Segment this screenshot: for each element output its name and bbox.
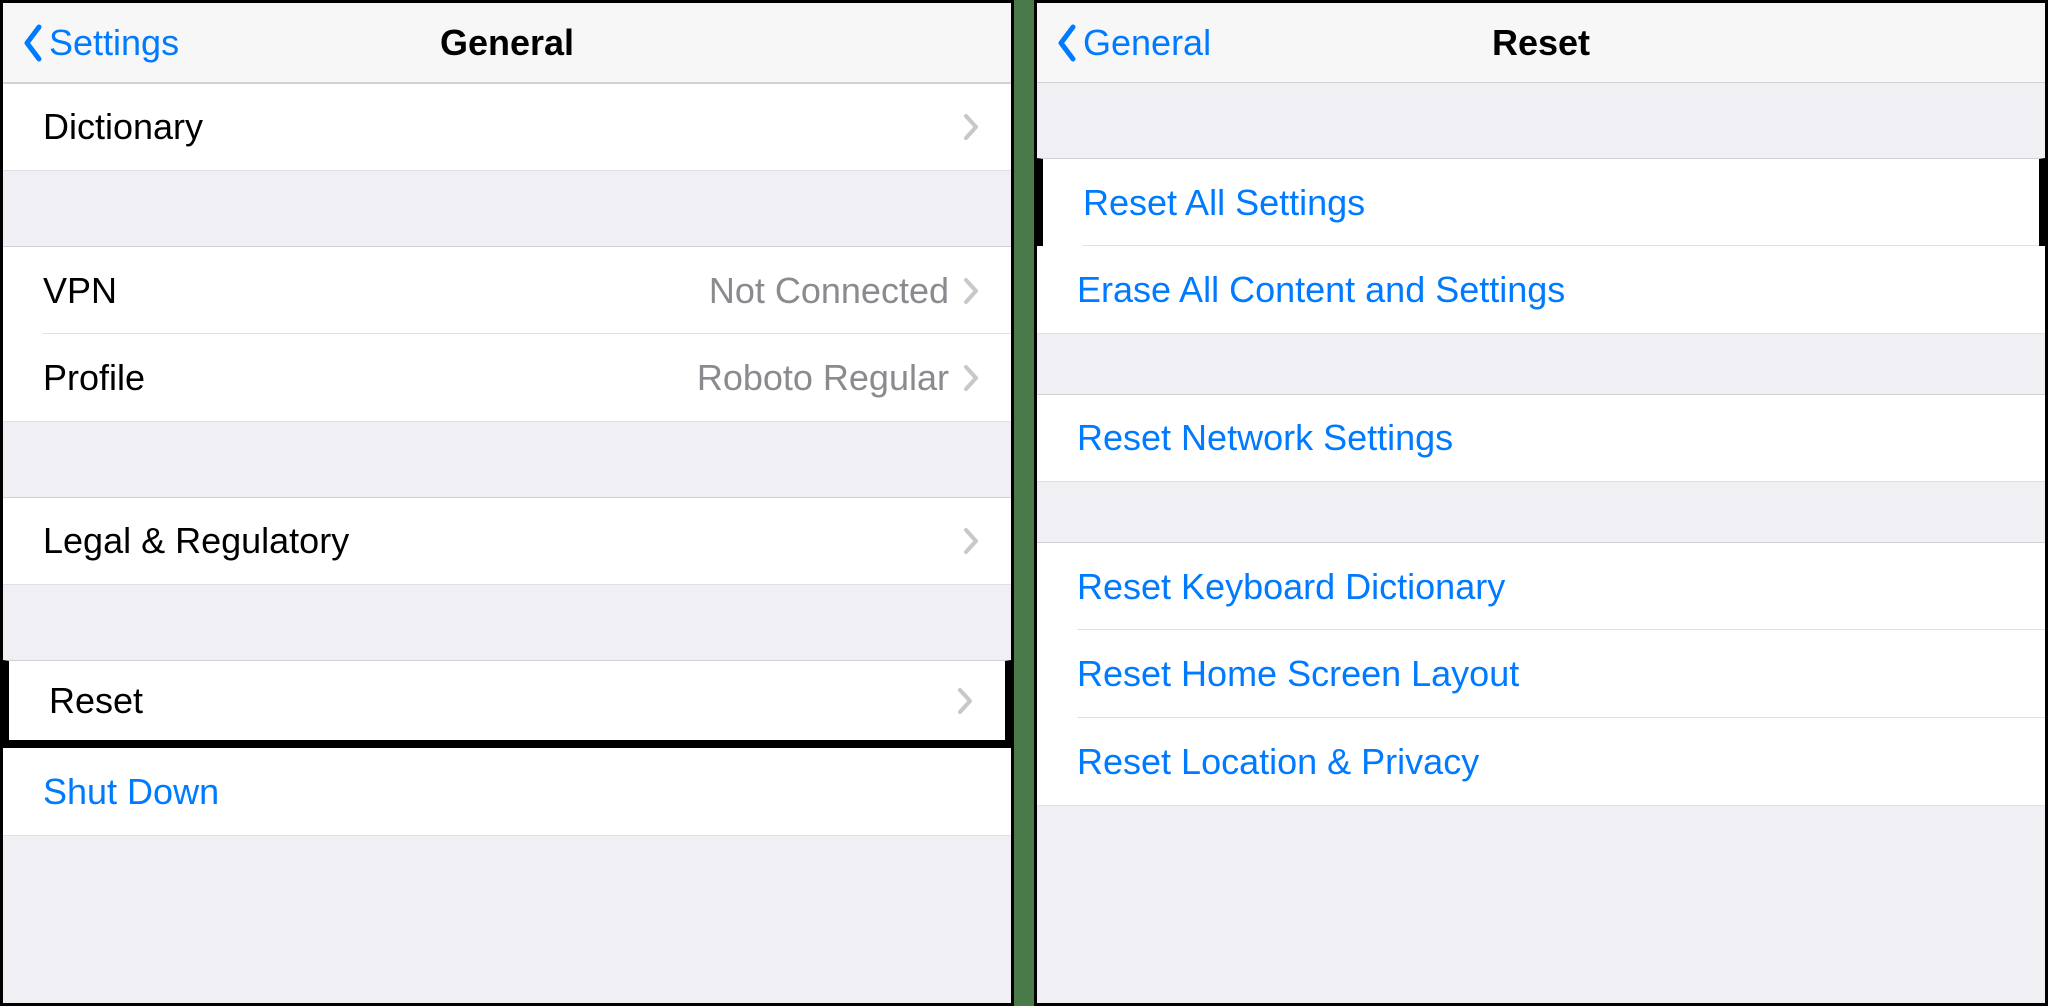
page-title: Reset [1492,22,1590,64]
chevron-right-icon [963,113,979,141]
general-settings-panel: Settings General Dictionary VPN Not Conn… [0,0,1014,1006]
row-label: Reset Location & Privacy [1077,741,2013,783]
general-content: Dictionary VPN Not Connected Profile Rob… [3,83,1011,1003]
row-shut-down[interactable]: Shut Down [3,748,1011,836]
chevron-right-icon [963,364,979,392]
section-gap [1037,334,2045,394]
row-label: Reset Home Screen Layout [1077,653,2013,695]
page-title: General [440,22,574,64]
row-value: Roboto Regular [697,357,949,399]
chevron-left-icon [21,23,43,63]
row-label: Dictionary [43,106,963,148]
row-label: Shut Down [43,771,979,813]
back-button-settings[interactable]: Settings [3,22,179,64]
row-label: Profile [43,357,697,399]
row-erase-all-content[interactable]: Erase All Content and Settings [1037,246,2045,334]
chevron-right-icon [963,527,979,555]
row-reset-network-settings[interactable]: Reset Network Settings [1037,394,2045,482]
row-value: Not Connected [709,270,949,312]
section-gap [1037,482,2045,542]
row-label: Reset All Settings [1083,182,2007,224]
row-dictionary[interactable]: Dictionary [3,83,1011,171]
row-reset-home-screen[interactable]: Reset Home Screen Layout [1037,630,2045,718]
reset-settings-panel: General Reset Reset All Settings Erase A… [1034,0,2048,1006]
section-gap [3,585,1011,660]
chevron-right-icon [957,687,973,715]
chevron-right-icon [963,277,979,305]
row-reset-keyboard-dictionary[interactable]: Reset Keyboard Dictionary [1037,542,2045,630]
row-reset[interactable]: Reset [3,660,1011,748]
back-label: General [1083,22,1211,64]
back-button-general[interactable]: General [1037,22,1211,64]
row-profile[interactable]: Profile Roboto Regular [3,334,1011,422]
section-gap [3,422,1011,497]
row-label: Reset [49,680,957,722]
row-label: VPN [43,270,709,312]
row-label: Legal & Regulatory [43,520,963,562]
chevron-left-icon [1055,23,1077,63]
nav-header: General Reset [1037,3,2045,83]
back-label: Settings [49,22,179,64]
row-label: Reset Keyboard Dictionary [1077,566,2013,608]
row-reset-all-settings[interactable]: Reset All Settings [1037,158,2045,246]
row-label: Erase All Content and Settings [1077,269,2013,311]
row-legal-regulatory[interactable]: Legal & Regulatory [3,497,1011,585]
row-vpn[interactable]: VPN Not Connected [3,246,1011,334]
row-label: Reset Network Settings [1077,417,2013,459]
section-gap [3,171,1011,246]
section-gap [1037,83,2045,158]
nav-header: Settings General [3,3,1011,83]
row-reset-location-privacy[interactable]: Reset Location & Privacy [1037,718,2045,806]
reset-content: Reset All Settings Erase All Content and… [1037,83,2045,1003]
